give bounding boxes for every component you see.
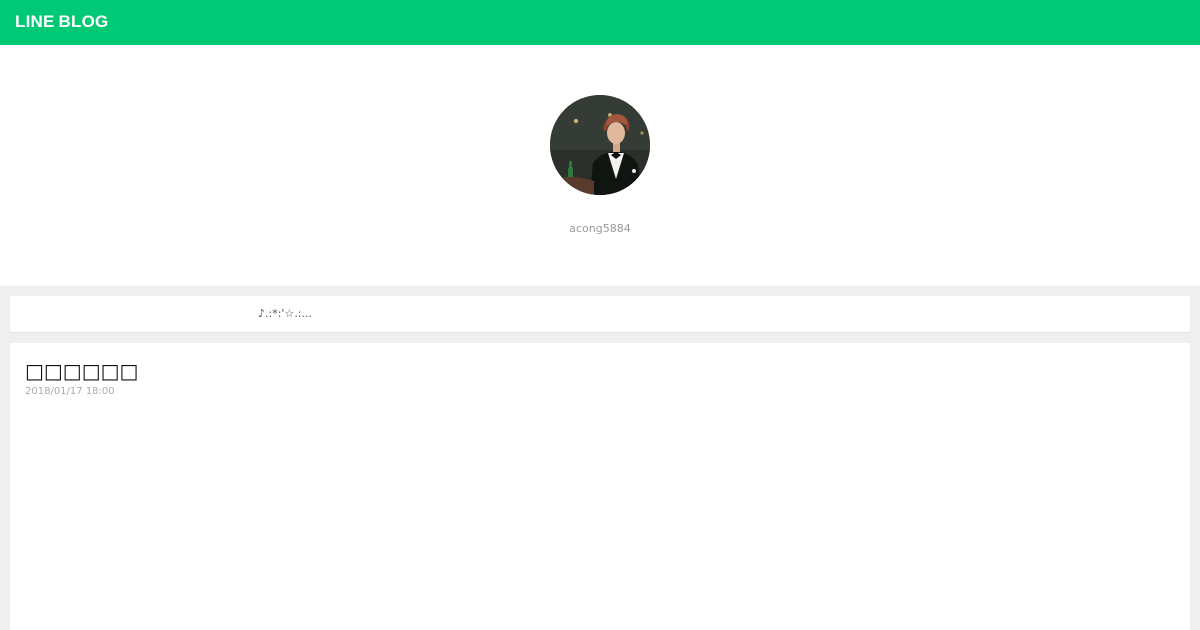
post-title[interactable]: □□□□□□ <box>25 359 138 383</box>
avatar[interactable] <box>550 95 650 195</box>
post-card: □□□□□□ 2018/01/17 18:00 <box>10 343 1190 630</box>
profile-username[interactable]: acong5884 <box>0 222 1200 236</box>
avatar-photo <box>550 95 650 195</box>
logo-line-text: LINE <box>15 12 55 31</box>
line-blog-logo[interactable]: LINE BLOG <box>15 11 108 33</box>
blog-description-text: ♪.:*:'☆.:... <box>258 307 313 320</box>
site-header: LINE BLOG <box>0 0 1200 45</box>
logo-blog-text: BLOG <box>58 12 109 31</box>
post-date: 2018/01/17 18:00 <box>25 386 115 397</box>
blog-description-card: ♪.:*:'☆.:... <box>10 296 1190 333</box>
profile-section: acong5884 <box>0 45 1200 286</box>
